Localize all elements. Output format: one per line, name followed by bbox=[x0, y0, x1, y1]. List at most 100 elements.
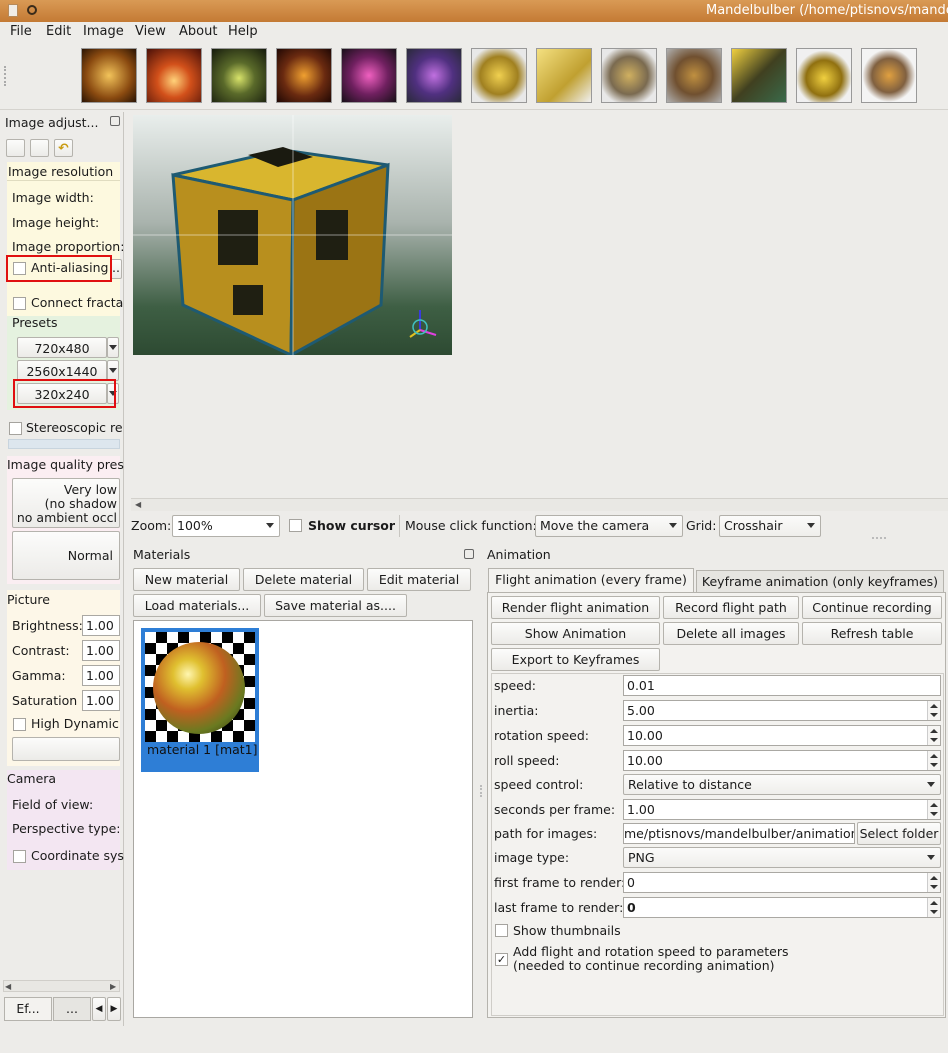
menu-edit[interactable]: Edit bbox=[46, 24, 71, 39]
delete-material-button[interactable]: Delete material bbox=[243, 568, 364, 591]
add-speed-checkbox[interactable]: ✓ bbox=[495, 953, 508, 966]
picture-header: Picture bbox=[7, 592, 50, 607]
path-field[interactable]: me/ptisnovs/mandelbulber/animation/ bbox=[623, 823, 855, 844]
brightness-field[interactable]: 1.00 bbox=[82, 615, 120, 636]
mouse-function-combo[interactable]: Move the camera bbox=[535, 515, 683, 537]
preset-2560x1440-button[interactable]: 2560x1440 bbox=[17, 360, 107, 381]
preset-menu-1[interactable] bbox=[107, 337, 119, 358]
path-label: path for images: bbox=[494, 826, 598, 841]
select-folder-button[interactable]: Select folder bbox=[857, 822, 941, 845]
gamma-label: Gamma: bbox=[12, 668, 66, 683]
gamma-field[interactable]: 1.00 bbox=[82, 665, 120, 686]
coordinate-checkbox[interactable] bbox=[13, 850, 26, 863]
render-image[interactable] bbox=[133, 115, 452, 358]
speed-control-combo[interactable]: Relative to distance bbox=[623, 774, 941, 795]
material-item[interactable]: material 1 [mat1] bbox=[141, 628, 259, 772]
tool-button-1[interactable] bbox=[6, 139, 25, 157]
show-animation-button[interactable]: Show Animation bbox=[491, 622, 660, 645]
menu-about[interactable]: About bbox=[179, 24, 217, 39]
materials-float-icon[interactable] bbox=[464, 549, 474, 559]
record-flight-button[interactable]: Record flight path bbox=[663, 596, 799, 619]
thumbnail-preset-10[interactable] bbox=[666, 48, 722, 103]
inertia-spinbox[interactable]: 5.00 bbox=[623, 700, 941, 721]
quality-very-low-button[interactable]: Very low (no shadow no ambient occl bbox=[12, 478, 120, 528]
menu-view[interactable]: View bbox=[135, 24, 166, 39]
thumbnail-preset-12[interactable] bbox=[796, 48, 852, 103]
tab-effects[interactable]: Ef... bbox=[4, 997, 52, 1021]
roll-speed-spinbox[interactable]: 10.00 bbox=[623, 750, 941, 771]
thumbnail-preset-13[interactable] bbox=[861, 48, 917, 103]
add-speed-label: Add flight and rotation speed to paramet… bbox=[513, 945, 789, 973]
thumbnail-preset-8[interactable] bbox=[536, 48, 592, 103]
stereoscopic-checkbox[interactable] bbox=[9, 422, 22, 435]
zoom-combo[interactable]: 100% bbox=[172, 515, 280, 537]
load-materials-button[interactable]: Load materials... bbox=[133, 594, 261, 617]
grid-combo[interactable]: Crosshair bbox=[719, 515, 821, 537]
scroll-left-icon[interactable]: ◀ bbox=[5, 982, 11, 991]
menu-image[interactable]: Image bbox=[83, 24, 124, 39]
show-thumbnails-checkbox[interactable] bbox=[495, 924, 508, 937]
zoom-value: 100% bbox=[177, 518, 213, 533]
toolbar-handle[interactable] bbox=[4, 66, 8, 86]
materials-title: Materials bbox=[133, 547, 191, 562]
thumbnail-preset-2[interactable] bbox=[146, 48, 202, 103]
picture-extra-button[interactable] bbox=[12, 737, 120, 761]
tab-more[interactable]: ... bbox=[53, 997, 91, 1021]
thumbnail-preset-3[interactable] bbox=[211, 48, 267, 103]
rotation-speed-spinbox[interactable]: 10.00 bbox=[623, 725, 941, 746]
hdr-checkbox[interactable] bbox=[13, 718, 26, 731]
splitter-handle-vertical[interactable] bbox=[480, 785, 482, 797]
thumbnail-preset-1[interactable] bbox=[81, 48, 137, 103]
grid-label: Grid: bbox=[686, 518, 717, 533]
splitter-handle[interactable] bbox=[872, 537, 886, 540]
left-scrollbar[interactable] bbox=[3, 980, 120, 992]
menu-help[interactable]: Help bbox=[228, 24, 258, 39]
refresh-table-button[interactable]: Refresh table bbox=[802, 622, 942, 645]
first-frame-spinbox[interactable]: 0 bbox=[623, 872, 941, 893]
render-scrollbar[interactable] bbox=[131, 498, 948, 511]
tabs-prev-icon[interactable]: ◀ bbox=[92, 997, 106, 1021]
thumbnail-preset-9[interactable] bbox=[601, 48, 657, 103]
connect-fractal-checkbox[interactable] bbox=[13, 297, 26, 310]
quality-normal-button[interactable]: Normal bbox=[12, 531, 120, 580]
tool-button-2[interactable] bbox=[30, 139, 49, 157]
speed-field[interactable]: 0.01 bbox=[623, 675, 941, 696]
contrast-field[interactable]: 1.00 bbox=[82, 640, 120, 661]
new-material-button[interactable]: New material bbox=[133, 568, 240, 591]
thumbnail-preset-5[interactable] bbox=[341, 48, 397, 103]
thumbnail-preset-7[interactable] bbox=[471, 48, 527, 103]
undo-icon[interactable]: ↶ bbox=[54, 139, 73, 157]
tab-keyframe-animation[interactable]: Keyframe animation (only keyframes) bbox=[696, 570, 944, 593]
export-keyframes-button[interactable]: Export to Keyframes bbox=[491, 648, 660, 671]
seconds-per-frame-spinbox[interactable]: 1.00 bbox=[623, 799, 941, 820]
delete-all-images-button[interactable]: Delete all images bbox=[663, 622, 799, 645]
save-material-button[interactable]: Save material as.... bbox=[264, 594, 407, 617]
render-scroll-left-icon[interactable]: ◀ bbox=[135, 500, 141, 509]
tab-flight-animation[interactable]: Flight animation (every frame) bbox=[488, 568, 694, 593]
preset-menu-2[interactable] bbox=[107, 360, 119, 381]
thumbnail-preset-4[interactable] bbox=[276, 48, 332, 103]
fractal-render bbox=[133, 115, 452, 358]
image-type-combo[interactable]: PNG bbox=[623, 847, 941, 868]
window-menu-icon[interactable] bbox=[8, 4, 18, 17]
thumbnail-preset-6[interactable] bbox=[406, 48, 462, 103]
show-cursor-checkbox[interactable] bbox=[289, 519, 302, 532]
presets-header: Presets bbox=[12, 315, 58, 330]
thumbnail-preset-11[interactable] bbox=[731, 48, 787, 103]
continue-recording-button[interactable]: Continue recording bbox=[802, 596, 942, 619]
render-flight-button[interactable]: Render flight animation bbox=[491, 596, 660, 619]
tabs-next-icon[interactable]: ▶ bbox=[107, 997, 121, 1021]
float-dock-icon[interactable] bbox=[110, 116, 120, 126]
connect-fractal-label: Connect fracta bbox=[31, 295, 124, 310]
add-speed-line-2: (needed to continue recording animation) bbox=[513, 958, 775, 973]
quality-very-low-line-1: Very low bbox=[63, 482, 117, 497]
inertia-value: 5.00 bbox=[627, 703, 655, 718]
menu-file[interactable]: File bbox=[10, 24, 32, 39]
saturation-field[interactable]: 1.00 bbox=[82, 690, 120, 711]
edit-material-button[interactable]: Edit material bbox=[367, 568, 471, 591]
rotation-speed-value: 10.00 bbox=[627, 728, 663, 743]
separator bbox=[399, 515, 400, 537]
last-frame-spinbox[interactable]: 0 bbox=[623, 897, 941, 918]
preset-720x480-button[interactable]: 720x480 bbox=[17, 337, 107, 358]
scroll-right-icon[interactable]: ▶ bbox=[110, 982, 116, 991]
